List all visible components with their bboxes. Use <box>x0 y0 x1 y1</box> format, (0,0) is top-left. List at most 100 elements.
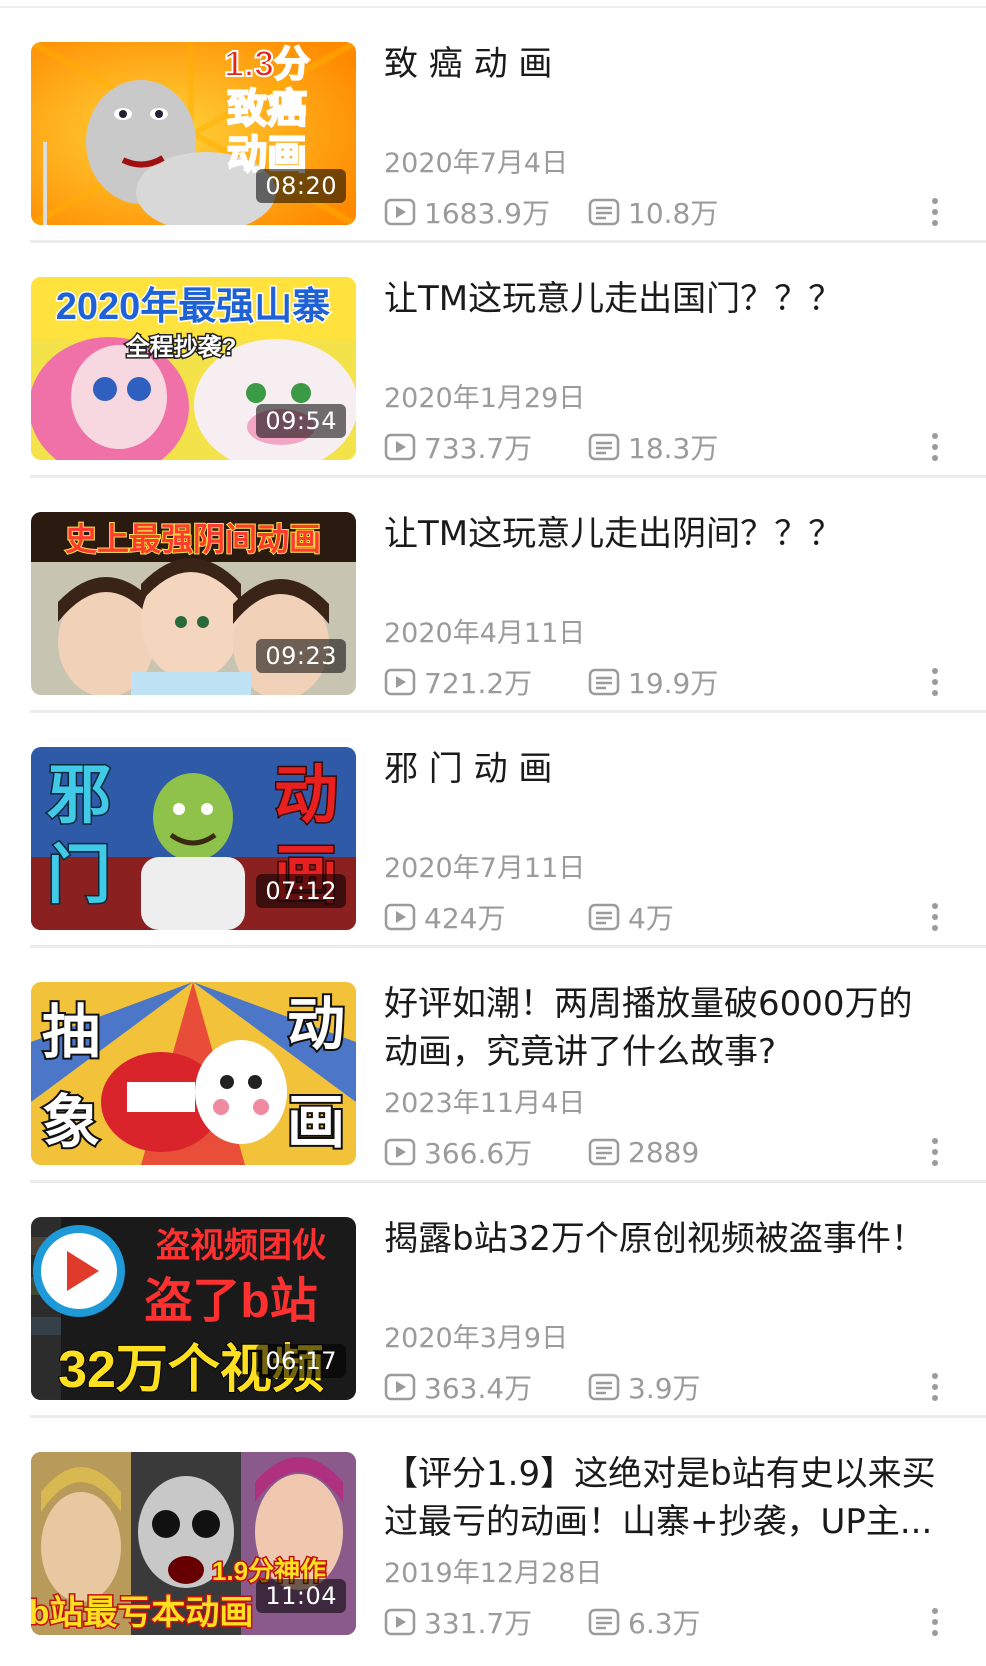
video-item[interactable]: 1.9分神作 b站最亏本动画 11:04 【评分1.9】这绝对是b站有史以来买过… <box>0 1418 986 1653</box>
danmaku-count-icon <box>588 1373 620 1401</box>
play-count-icon <box>384 433 416 461</box>
play-count-icon <box>384 1608 416 1636</box>
danmaku-count-value: 2889 <box>628 1135 700 1169</box>
view-count: 721.2万 <box>384 662 532 702</box>
view-count-value: 1683.9万 <box>424 197 550 230</box>
video-duration: 11:04 <box>256 1579 346 1613</box>
video-item[interactable]: 2020年最强山寨 全程抄袭? 09:54 让TM这玩意儿走出国门？？？ 202… <box>0 243 986 478</box>
thumb-text: 邪 <box>47 759 111 831</box>
video-title[interactable]: 揭露b站32万个原创视频被盗事件！ <box>384 1215 944 1263</box>
play-count-icon <box>384 668 416 696</box>
video-thumbnail[interactable]: 盗视频团伙 盗了b站 32万个视频 06:17 <box>31 1217 356 1400</box>
video-date: 2023年11月4日 <box>384 1088 586 1119</box>
thumb-text: 全程抄袭? <box>125 333 237 361</box>
video-stats: 331.7万 6.3万 <box>384 1602 944 1642</box>
danmaku-count-icon <box>588 1608 620 1636</box>
video-duration: 09:23 <box>256 639 346 673</box>
danmaku-count-value: 6.3万 <box>628 1607 701 1640</box>
play-count-icon <box>384 1373 416 1401</box>
danmaku-count-value: 4万 <box>628 902 674 935</box>
video-date: 2020年7月11日 <box>384 853 586 884</box>
view-count: 424万 <box>384 897 505 937</box>
view-count: 366.6万 <box>384 1132 532 1172</box>
video-list: 1.3分 致癌 动画 08:20 致 癌 动 画 2020年7月4日 1683.… <box>0 8 986 1653</box>
thumb-text: 动 <box>274 759 338 831</box>
play-count-icon <box>384 1138 416 1166</box>
video-thumbnail[interactable]: 史上最强阴间动画 09:23 <box>31 512 356 695</box>
video-title[interactable]: 致 癌 动 画 <box>384 40 944 88</box>
danmaku-count-value: 3.9万 <box>628 1372 701 1405</box>
video-thumbnail[interactable]: 1.3分 致癌 动画 08:20 <box>31 42 356 225</box>
danmaku-count-icon <box>588 198 620 226</box>
video-thumbnail[interactable]: 1.9分神作 b站最亏本动画 11:04 <box>31 1452 356 1635</box>
danmaku-count-value: 10.8万 <box>628 197 719 230</box>
view-count: 1683.9万 <box>384 192 550 232</box>
video-thumbnail[interactable]: 2020年最强山寨 全程抄袭? 09:54 <box>31 277 356 460</box>
view-count-value: 331.7万 <box>424 1607 533 1640</box>
thumb-text: 画 <box>287 1090 345 1155</box>
video-item[interactable]: 邪 门 动 画 07:12 邪 门 动 画 2020年7月11日 424万 <box>0 713 986 948</box>
view-count-value: 363.4万 <box>424 1372 533 1405</box>
video-stats: 733.7万 18.3万 <box>384 427 944 467</box>
video-date: 2019年12月28日 <box>384 1558 603 1589</box>
video-title[interactable]: 好评如潮！两周播放量破6000万的动画，究竟讲了什么故事? <box>384 980 944 1076</box>
more-vertical-icon[interactable] <box>924 897 946 937</box>
video-date: 2020年7月4日 <box>384 148 569 179</box>
thumb-text: 动 <box>287 992 345 1057</box>
more-vertical-icon[interactable] <box>924 192 946 232</box>
view-count: 733.7万 <box>384 427 532 467</box>
danmaku-count-icon <box>588 668 620 696</box>
play-count-icon <box>384 198 416 226</box>
video-date: 2020年1月29日 <box>384 383 586 414</box>
video-item[interactable]: 史上最强阴间动画 09:23 让TM这玩意儿走出阴间？？？ 2020年4月11日… <box>0 478 986 713</box>
video-duration: 07:12 <box>256 874 346 908</box>
danmaku-count-value: 18.3万 <box>628 432 719 465</box>
thumb-text: 抽 <box>42 1000 100 1065</box>
more-vertical-icon[interactable] <box>924 1367 946 1407</box>
danmaku-count: 3.9万 <box>588 1367 701 1407</box>
more-vertical-icon[interactable] <box>924 1132 946 1172</box>
thumb-text: 盗了b站 <box>144 1275 317 1328</box>
video-item[interactable]: 抽 象 动 画 好评如潮！两周播放量破6000万的动画，究竟讲了什么故事? 20… <box>0 948 986 1183</box>
danmaku-count-icon <box>588 433 620 461</box>
video-item[interactable]: 1.3分 致癌 动画 08:20 致 癌 动 画 2020年7月4日 1683.… <box>0 8 986 243</box>
thumb-text: b站最亏本动画 <box>31 1594 253 1632</box>
video-date: 2020年4月11日 <box>384 618 586 649</box>
danmaku-count-icon <box>588 1138 620 1166</box>
danmaku-count-value: 19.9万 <box>628 667 719 700</box>
view-count-value: 424万 <box>424 902 506 935</box>
video-duration: 06:17 <box>256 1344 346 1378</box>
video-item[interactable]: 盗视频团伙 盗了b站 32万个视频 06:17 揭露b站32万个原创视频被盗事件… <box>0 1183 986 1418</box>
more-vertical-icon[interactable] <box>924 662 946 702</box>
video-title[interactable]: 让TM这玩意儿走出阴间？？？ <box>384 510 944 558</box>
video-stats: 721.2万 19.9万 <box>384 662 944 702</box>
danmaku-count-icon <box>588 903 620 931</box>
thumb-text: 史上最强阴间动画 <box>65 521 321 557</box>
thumb-text: 1.3分 <box>224 43 310 84</box>
video-stats: 366.6万 2889 <box>384 1132 944 1172</box>
video-title[interactable]: 邪 门 动 画 <box>384 745 944 793</box>
view-count-value: 733.7万 <box>424 432 533 465</box>
thumb-text: 盗视频团伙 <box>156 1227 326 1265</box>
thumb-text: 象 <box>42 1090 100 1155</box>
video-stats: 363.4万 3.9万 <box>384 1367 944 1407</box>
video-duration: 09:54 <box>256 404 346 438</box>
video-stats: 1683.9万 10.8万 <box>384 192 944 232</box>
play-count-icon <box>384 903 416 931</box>
thumb-text: 致癌 <box>227 87 307 131</box>
thumb-text: 门 <box>47 839 111 911</box>
danmaku-count: 18.3万 <box>588 427 718 467</box>
thumbnail-image: 抽 象 动 画 <box>31 982 356 1165</box>
danmaku-count: 4万 <box>588 897 674 937</box>
video-stats: 424万 4万 <box>384 897 944 937</box>
more-vertical-icon[interactable] <box>924 1602 946 1642</box>
video-thumbnail[interactable]: 邪 门 动 画 07:12 <box>31 747 356 930</box>
view-count-value: 721.2万 <box>424 667 533 700</box>
video-title[interactable]: 让TM这玩意儿走出国门？？？ <box>384 275 944 323</box>
danmaku-count: 19.9万 <box>588 662 718 702</box>
video-thumbnail[interactable]: 抽 象 动 画 <box>31 982 356 1165</box>
more-vertical-icon[interactable] <box>924 427 946 467</box>
view-count: 331.7万 <box>384 1602 532 1642</box>
thumb-text: 2020年最强山寨 <box>56 286 331 328</box>
video-title[interactable]: 【评分1.9】这绝对是b站有史以来买过最亏的动画！山寨+抄袭，UP主... <box>384 1450 944 1546</box>
